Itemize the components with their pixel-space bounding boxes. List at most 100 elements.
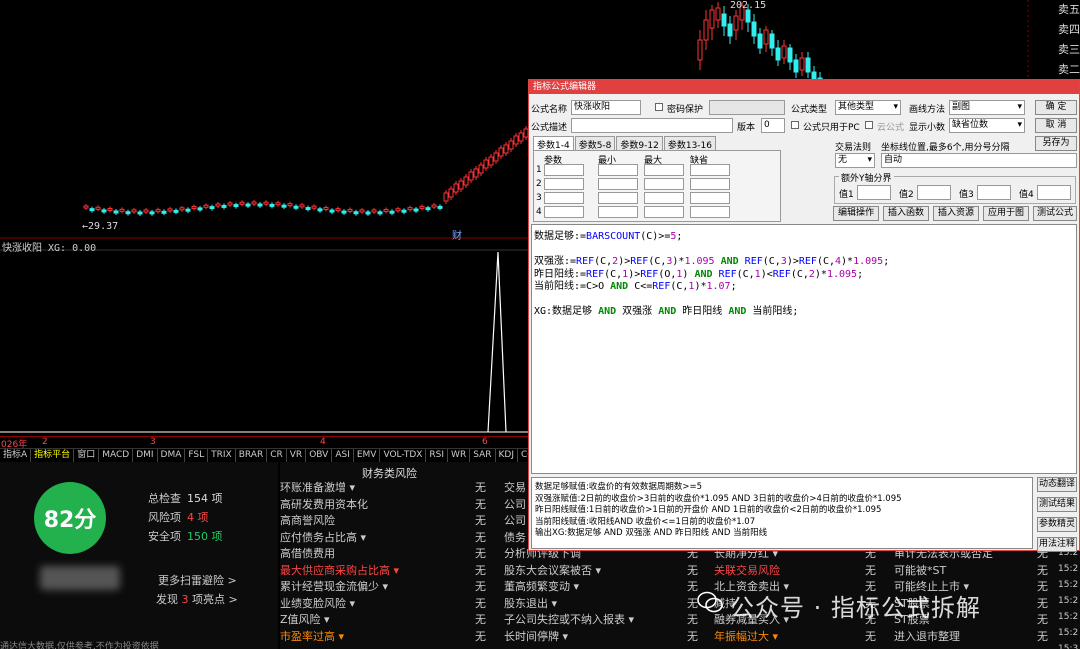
indicator-tab[interactable]: OBV	[306, 449, 333, 462]
test-formula-button[interactable]: 测试公式	[1033, 206, 1077, 221]
indicator-tab[interactable]: DMI	[133, 449, 158, 462]
cancel-button[interactable]: 取 消	[1035, 118, 1077, 133]
indicator-tab[interactable]: FSL	[185, 449, 209, 462]
param-cell-input[interactable]	[598, 192, 638, 204]
formula-editor-dialog[interactable]: 指标公式编辑器 公式名称 快涨收阳 密码保护 公式类型 其他类型 ▾ 画线方法 副…	[528, 79, 1080, 552]
risk-item[interactable]: 应付债务占比高 ▾ 无	[280, 530, 492, 547]
axis-position-input[interactable]: 自动	[881, 153, 1077, 168]
version-input[interactable]: 0	[761, 118, 785, 133]
risk-item[interactable]: 子公司失控或不纳入报表 ▾ 无	[504, 612, 704, 629]
risk-item[interactable]: 市盈率过高 ▾ 无	[280, 629, 492, 646]
indicator-tab[interactable]: EMV	[354, 449, 381, 462]
param-cell-input[interactable]	[598, 164, 638, 176]
time-label: 15:2	[1058, 612, 1079, 622]
param-cell-input[interactable]	[690, 164, 730, 176]
risk-item-value: 无	[1037, 596, 1048, 610]
indicator-tab[interactable]: RSI	[426, 449, 449, 462]
param-cell-input[interactable]	[644, 178, 684, 190]
indicator-tab[interactable]: WR	[448, 449, 471, 462]
formula-type-select[interactable]: 其他类型 ▾	[835, 100, 901, 115]
param-cell-input[interactable]	[644, 206, 684, 218]
candle-body	[413, 208, 419, 212]
candle-body	[329, 209, 335, 213]
risk-item[interactable]: 进入退市整理 无	[894, 629, 1054, 646]
password-checkbox[interactable]	[655, 103, 663, 111]
indicator-tab[interactable]: VOL-TDX	[380, 449, 427, 462]
param-cell-input[interactable]	[644, 164, 684, 176]
param-cell-input[interactable]	[690, 206, 730, 218]
param-cell-input[interactable]	[598, 206, 638, 218]
formula-name-input[interactable]: 快涨收阳	[571, 100, 641, 115]
indicator-tab[interactable]: 窗口	[74, 449, 100, 462]
risk-item[interactable]: 高商誉风险 无	[280, 513, 492, 530]
pc-only-checkbox[interactable]	[791, 121, 799, 129]
risk-item[interactable]: 业绩变脸风险 ▾ 无	[280, 596, 492, 613]
candle-body	[793, 59, 799, 73]
insert-resource-button[interactable]: 插入资源	[933, 206, 979, 221]
indicator-tab[interactable]: KDJ	[496, 449, 518, 462]
side-button[interactable]: 用法注释	[1037, 537, 1077, 552]
risk-item[interactable]: 环账准备激增 ▾ 无	[280, 480, 492, 497]
param-cell-input[interactable]	[544, 192, 584, 204]
indicator-tab[interactable]: 指标平台	[31, 449, 75, 462]
indicator-tab[interactable]: ASI	[332, 449, 354, 462]
save-as-button[interactable]: 另存为	[1035, 136, 1077, 151]
side-button[interactable]: 动态翻译	[1037, 477, 1077, 492]
val2-input[interactable]	[917, 185, 951, 200]
param-cell-input[interactable]	[644, 192, 684, 204]
total-check-row: 总检查 154 项	[148, 492, 223, 505]
edit-ops-button[interactable]: 编辑操作	[833, 206, 879, 221]
trade-rule-select[interactable]: 无 ▾	[835, 153, 875, 168]
indicator-tab[interactable]: CR	[267, 449, 287, 462]
param-cell-input[interactable]	[598, 178, 638, 190]
risk-item[interactable]: 股东退出 ▾ 无	[504, 596, 704, 613]
decimal-select[interactable]: 缺省位数 ▾	[949, 118, 1025, 133]
indicator-tabs[interactable]: 指标A 指标平台 窗口 MACD DMI DMA FSL TRIX BRAR CR VR OBV ASI…	[0, 448, 582, 462]
candle-body	[493, 152, 499, 162]
risk-item[interactable]: 累计经营现金流偏少 ▾ 无	[280, 579, 492, 596]
param-cell-input[interactable]	[690, 178, 730, 190]
finance-marker[interactable]: 财	[452, 227, 462, 242]
param-cell-input[interactable]	[690, 192, 730, 204]
val4-input[interactable]	[1037, 185, 1071, 200]
draw-method-select[interactable]: 副图 ▾	[949, 100, 1025, 115]
indicator-tab[interactable]: 指标A	[0, 449, 32, 462]
risk-item[interactable]: 关联交易风险 无	[714, 563, 882, 580]
ok-button[interactable]: 确 定	[1035, 100, 1077, 115]
risk-item[interactable]: 高研发费用资本化 无	[280, 497, 492, 514]
risk-item[interactable]: 长时间停牌 ▾ 无	[504, 629, 704, 646]
param-cell-input[interactable]	[544, 206, 584, 218]
formula-code-editor[interactable]: 数据足够:=BARSCOUNT(C)>=5; 双强涨:=REF(C,2)>REF…	[531, 224, 1077, 474]
formula-desc-input[interactable]	[571, 118, 733, 133]
more-scan-link[interactable]: 更多扫雷避险 >	[158, 572, 237, 588]
password-input[interactable]	[709, 100, 785, 115]
indicator-tab[interactable]: MACD	[99, 449, 134, 462]
risk-item[interactable]: 股东大会议案被否 ▾ 无	[504, 563, 704, 580]
score-circle[interactable]: 82分	[34, 482, 106, 554]
candle-body	[233, 204, 239, 208]
apply-to-chart-button[interactable]: 应用于图	[983, 206, 1029, 221]
risk-item[interactable]: Z值风险 ▾ 无	[280, 612, 492, 629]
risk-item[interactable]: 最大供应商采购占比高 ▾ 无	[280, 563, 492, 580]
indicator-tab[interactable]: TRIX	[208, 449, 236, 462]
highlights-link[interactable]: 发现 3 项亮点 >	[156, 591, 238, 607]
code-line: 双强涨:=REF(C,2)>REF(C,3)*1.095 AND REF(C,3…	[534, 256, 890, 267]
side-button[interactable]: 参数精灵	[1037, 517, 1077, 532]
risk-item[interactable]: 董高频繁变动 ▾ 无	[504, 579, 704, 596]
cloud-checkbox[interactable]	[865, 121, 873, 129]
param-cell-input[interactable]	[544, 164, 584, 176]
risk-item[interactable]: 高借债费用 无	[280, 546, 492, 563]
candle-body	[281, 204, 287, 208]
indicator-tab[interactable]: BRAR	[236, 449, 268, 462]
val1-input[interactable]	[857, 185, 891, 200]
insert-function-button[interactable]: 插入函数	[883, 206, 929, 221]
indicator-tab[interactable]: DMA	[158, 449, 186, 462]
side-button[interactable]: 测试结果	[1037, 497, 1077, 512]
param-cell-input[interactable]	[544, 178, 584, 190]
indicator-tab[interactable]: VR	[287, 449, 307, 462]
time-label: 15:3	[1058, 644, 1079, 649]
indicator-tab[interactable]: SAR	[470, 449, 496, 462]
val3-input[interactable]	[977, 185, 1011, 200]
risk-item[interactable]: 年振幅过大 ▾ 无	[714, 629, 882, 646]
risk-item[interactable]: 可能被*ST 无	[894, 563, 1054, 580]
